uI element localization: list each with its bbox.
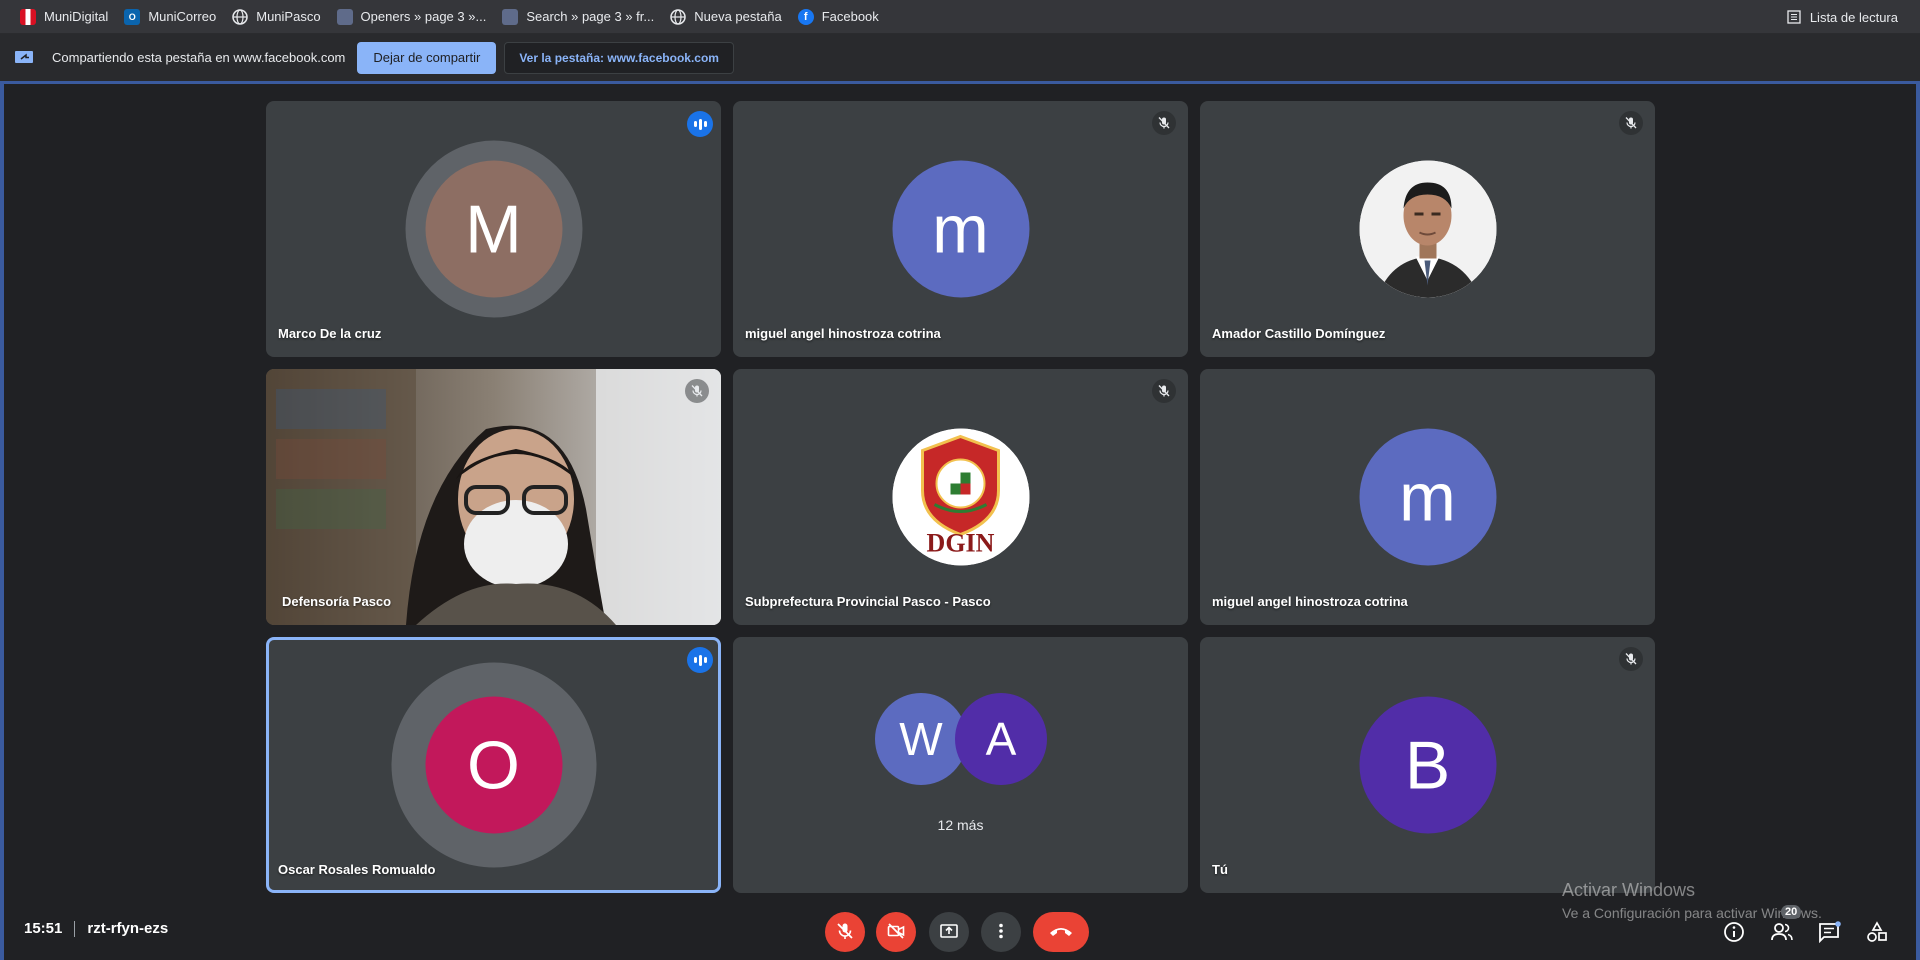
- bookmark-municorreo[interactable]: O MuniCorreo: [116, 4, 224, 30]
- image-icon: [336, 8, 353, 25]
- globe-icon: [670, 8, 686, 25]
- participant-name: Tú: [1212, 862, 1228, 877]
- logo-text: DGIN: [926, 528, 995, 558]
- chat-button[interactable]: [1815, 920, 1843, 948]
- participant-name: Defensoría Pasco: [282, 594, 392, 609]
- reading-list-icon: [1786, 9, 1802, 25]
- info-icon: [1723, 921, 1745, 948]
- peru-flag-icon: [20, 8, 36, 25]
- mic-off-icon: [1619, 111, 1643, 135]
- bookmark-munidigital[interactable]: MuniDigital: [12, 4, 116, 30]
- present-icon: [939, 921, 959, 944]
- bookmark-openers[interactable]: Openers » page 3 »...: [329, 4, 495, 30]
- bookmark-nueva-pestana[interactable]: Nueva pestaña: [662, 4, 789, 30]
- facebook-icon: f: [797, 8, 814, 25]
- participant-name: Marco De la cruz: [278, 326, 382, 341]
- hang-up-icon: [1048, 924, 1074, 941]
- activities-icon: [1865, 920, 1889, 948]
- meeting-info-button[interactable]: [1720, 920, 1748, 948]
- participant-tile[interactable]: M Marco De la cruz: [266, 101, 721, 357]
- divider: [74, 920, 76, 937]
- mic-toggle-button[interactable]: [825, 912, 865, 952]
- present-screen-button[interactable]: [929, 912, 969, 952]
- more-vert-icon: [991, 921, 1011, 944]
- bookmarks-bar: MuniDigital O MuniCorreo MuniPasco Opene…: [0, 0, 1920, 34]
- bookmark-facebook[interactable]: f Facebook: [790, 4, 887, 30]
- participant-tile[interactable]: m miguel angel hinostroza cotrina: [733, 101, 1188, 357]
- mic-off-icon: [1152, 379, 1176, 403]
- participant-tile[interactable]: Amador Castillo Domínguez: [1200, 101, 1655, 357]
- participant-tile[interactable]: DGIN Subprefectura Provincial Pasco - Pa…: [733, 369, 1188, 625]
- mic-off-icon: [835, 921, 855, 944]
- more-participants-label: 12 más: [937, 817, 984, 833]
- participant-name: miguel angel hinostroza cotrina: [1212, 594, 1408, 609]
- avatar: W: [875, 693, 967, 785]
- participant-name: Subprefectura Provincial Pasco - Pasco: [745, 594, 991, 609]
- tab-sharing-bar: Compartiendo esta pestaña en www.faceboo…: [0, 34, 1920, 84]
- participant-tile[interactable]: Defensoría Pasco: [266, 369, 721, 625]
- camera-off-icon: [886, 921, 906, 944]
- mic-off-icon: [1619, 647, 1643, 671]
- image-icon: [502, 8, 519, 25]
- participant-name: Oscar Rosales Romualdo: [278, 862, 436, 877]
- meeting-details: 15:51 rzt-rfyn-ezs: [24, 920, 168, 937]
- avatar: B: [1359, 696, 1496, 834]
- screen-share-icon: [14, 50, 36, 66]
- participant-name: miguel angel hinostroza cotrina: [745, 326, 941, 341]
- camera-toggle-button[interactable]: [876, 912, 916, 952]
- chat-icon: [1817, 920, 1841, 948]
- video-feed: [266, 369, 721, 625]
- others-tile[interactable]: W A 12 más: [733, 637, 1188, 893]
- mic-off-icon: [1152, 111, 1176, 135]
- participants-button[interactable]: [1768, 920, 1796, 948]
- avatar: m: [892, 160, 1029, 298]
- activities-button[interactable]: [1863, 920, 1891, 948]
- participants-count-badge: 20: [1781, 905, 1802, 919]
- globe-icon: [232, 8, 248, 25]
- speaking-indicator-icon: [687, 111, 713, 137]
- avatar-photo: [1359, 160, 1496, 298]
- more-options-button[interactable]: [981, 912, 1021, 952]
- bookmark-search[interactable]: Search » page 3 » fr...: [494, 4, 662, 30]
- meeting-code: rzt-rfyn-ezs: [87, 920, 169, 937]
- people-icon: [1770, 921, 1794, 948]
- participant-tile[interactable]: m miguel angel hinostroza cotrina: [1200, 369, 1655, 625]
- avatar: A: [955, 693, 1047, 785]
- avatar: O: [425, 696, 562, 834]
- avatar: M: [425, 160, 562, 298]
- self-tile[interactable]: B Tú: [1200, 637, 1655, 893]
- participant-name: Amador Castillo Domínguez: [1212, 326, 1386, 341]
- leave-call-button[interactable]: [1033, 912, 1089, 952]
- bookmark-munipasco[interactable]: MuniPasco: [224, 4, 328, 30]
- avatar-logo: DGIN: [892, 428, 1029, 566]
- view-tab-button[interactable]: Ver la pestaña: www.facebook.com: [504, 41, 734, 74]
- participant-tile-active[interactable]: O Oscar Rosales Romualdo: [266, 637, 721, 893]
- speaking-indicator-icon: [687, 647, 713, 673]
- reading-list-button[interactable]: Lista de lectura: [1778, 4, 1906, 30]
- avatar: m: [1359, 428, 1496, 566]
- sharing-status-text: Compartiendo esta pestaña en www.faceboo…: [52, 50, 346, 65]
- meeting-time: 15:51: [24, 920, 63, 937]
- mic-off-icon: [685, 379, 709, 403]
- outlook-icon: O: [124, 8, 141, 25]
- stop-sharing-button[interactable]: Dejar de compartir: [357, 41, 497, 74]
